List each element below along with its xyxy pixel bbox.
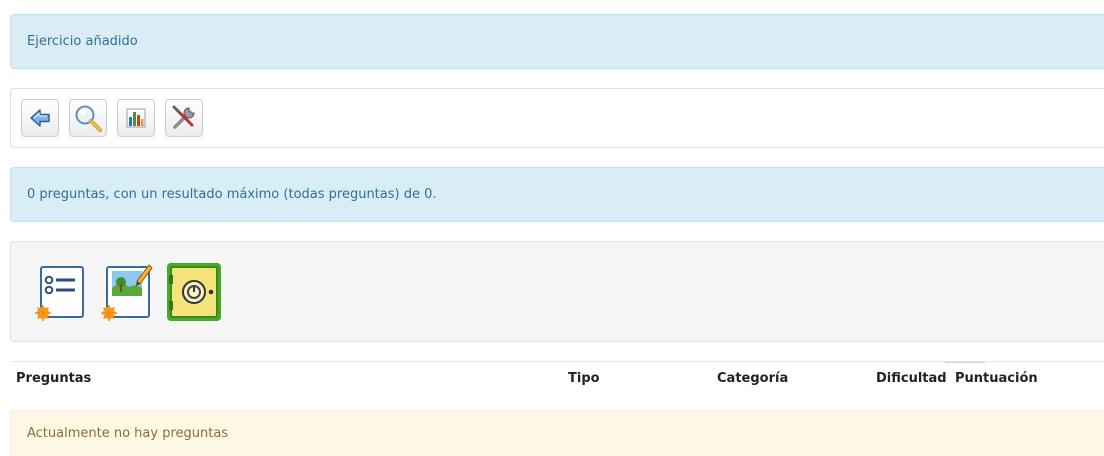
bar-chart-results-icon <box>126 108 146 128</box>
column-header-difficulty[interactable]: Dificultad <box>876 371 947 386</box>
column-header-score[interactable]: Puntuación <box>955 371 1038 386</box>
question-bank-safe-icon <box>167 262 221 321</box>
questions-summary-alert: 0 preguntas, con un resultado máximo (to… <box>10 167 1104 222</box>
magnifier-preview-icon <box>75 105 102 132</box>
add-image-question-button[interactable] <box>99 261 157 323</box>
add-multiple-choice-question-button[interactable] <box>33 261 91 323</box>
exercise-toolbar <box>10 88 1104 148</box>
column-header-questions[interactable]: Preguntas <box>16 371 91 386</box>
back-arrow-icon <box>30 109 50 127</box>
question-bank-button[interactable] <box>165 261 223 323</box>
questions-table-header: Preguntas Tipo Categoría Dificultad Punt… <box>10 361 1104 398</box>
question-types-panel <box>10 241 1104 342</box>
column-header-type[interactable]: Tipo <box>568 371 600 386</box>
header-divider <box>945 362 985 363</box>
exercise-added-message: Ejercicio añadido <box>27 34 138 49</box>
new-multiple-choice-question-icon <box>35 265 84 321</box>
new-image-question-icon <box>101 263 153 321</box>
questions-summary-message: 0 preguntas, con un resultado máximo (to… <box>27 187 437 202</box>
preview-button[interactable] <box>69 99 107 137</box>
no-questions-alert: Actualmente no hay preguntas <box>10 410 1104 456</box>
tools-settings-icon <box>172 105 195 129</box>
column-header-category[interactable]: Categoría <box>717 371 788 386</box>
back-button[interactable] <box>21 99 59 137</box>
exercise-added-alert: Ejercicio añadido <box>10 14 1104 69</box>
results-button[interactable] <box>117 99 155 137</box>
no-questions-message: Actualmente no hay preguntas <box>27 426 229 441</box>
exercise-page: Ejercicio añadido 0 preguntas, con un re… <box>0 0 1104 456</box>
settings-button[interactable] <box>165 99 203 137</box>
